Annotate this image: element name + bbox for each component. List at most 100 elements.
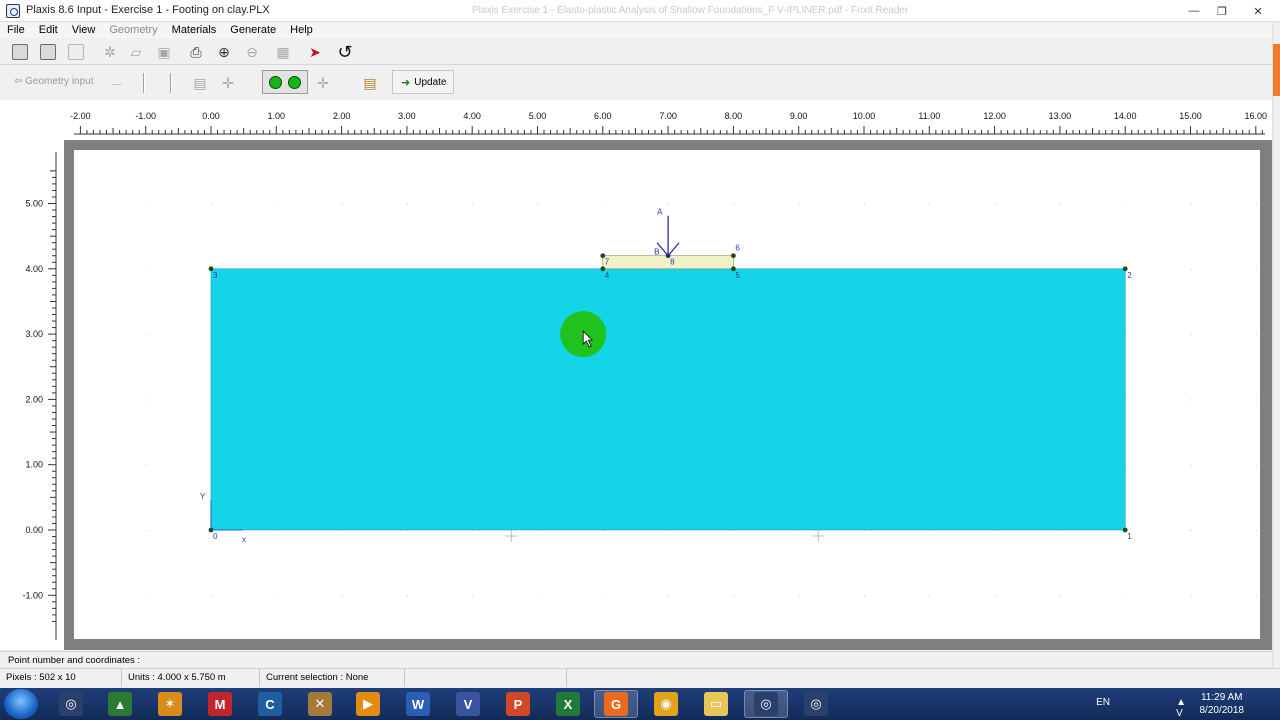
- table-icon: ▦: [276, 43, 290, 60]
- taskbar-app-cal[interactable]: C: [248, 690, 292, 718]
- ruler-x-label: 5.00: [529, 111, 547, 121]
- material-sets-button[interactable]: ▤: [360, 73, 380, 93]
- minimize-button[interactable]: —: [1180, 0, 1208, 22]
- taskbar-app-visio[interactable]: V: [446, 690, 490, 718]
- tray-icons[interactable]: ▲ V ▣ ◀ ⚑: [1176, 697, 1192, 720]
- print-button[interactable]: ⎙: [186, 42, 206, 62]
- grid-dot: [1190, 268, 1192, 270]
- green-circle-icon: [288, 76, 301, 89]
- taskbar-app-excel[interactable]: X: [546, 690, 590, 718]
- point-label: 8: [670, 258, 675, 267]
- start-button[interactable]: [4, 689, 38, 719]
- close-button[interactable]: ✕: [1236, 0, 1280, 22]
- ruler-x-label: 0.00: [202, 111, 220, 121]
- taskbar-app-media[interactable]: ▶: [346, 690, 390, 718]
- ruler-x-label: 11.00: [918, 111, 940, 121]
- clock[interactable]: 11:29 AM 8/20/2018: [1200, 691, 1245, 717]
- title-bar: Plaxis 8.6 Input - Exercise 1 - Footing …: [0, 0, 1280, 22]
- zoom-in-button[interactable]: ⊕: [214, 42, 234, 62]
- geometry-input-button[interactable]: ⇦ Geometry input: [14, 76, 94, 87]
- menu-geometry[interactable]: Geometry: [102, 22, 164, 38]
- menu-file[interactable]: File: [0, 22, 32, 38]
- ruler-x-label: 10.00: [853, 111, 876, 121]
- ruler-x-label: 12.00: [983, 111, 1006, 121]
- taskbar-app-powerpoint[interactable]: P: [496, 690, 540, 718]
- ruler-y-label: 3.00: [25, 329, 43, 339]
- water-level-button[interactable]: ⏤: [107, 73, 127, 93]
- ruler-y-label: 5.00: [25, 199, 43, 209]
- plaxis-input-icon: [12, 44, 28, 60]
- maximize-button[interactable]: ❐: [1208, 0, 1236, 22]
- generate-mesh-button[interactable]: ▤: [190, 73, 210, 93]
- grid-dot: [537, 203, 539, 205]
- undo-button[interactable]: ↺: [335, 42, 355, 62]
- taskbar-app-tools[interactable]: ✕: [298, 690, 342, 718]
- geometry-model-svg[interactable]: 0 1 2 3 4 5 6 7 8 A Bx Y: [74, 150, 1260, 639]
- vertical-ruler-svg: 5.00 4.00 3.00 2.00 1.00 0.00 -1.00: [22, 152, 57, 640]
- zoom-in-icon: ⊕: [218, 43, 230, 60]
- foxit-icon: G: [604, 692, 628, 716]
- stress-points-button[interactable]: ✛: [313, 73, 333, 93]
- taskbar-app-plaxis-a[interactable]: ◎: [49, 690, 93, 718]
- grid-dot: [929, 595, 931, 597]
- excel-icon: X: [556, 692, 580, 716]
- grid-dot: [798, 595, 800, 597]
- taskbar-app-chrome[interactable]: ◉: [644, 690, 688, 718]
- point-label: 6: [735, 244, 740, 253]
- open-file-button[interactable]: ▱: [126, 42, 146, 62]
- output-program-button[interactable]: [66, 42, 86, 62]
- language-indicator[interactable]: EN: [1096, 697, 1110, 708]
- grid-dot: [145, 334, 147, 336]
- vertical-ruler: 5.00 4.00 3.00 2.00 1.00 0.00 -1.00: [0, 140, 64, 650]
- menu-generate[interactable]: Generate: [223, 22, 283, 38]
- drawing-canvas[interactable]: 0 1 2 3 4 5 6 7 8 A Bx Y: [74, 150, 1260, 639]
- ruler-x-label: 2.00: [333, 111, 351, 121]
- taskbar-app-plaxis-c[interactable]: ◎: [794, 690, 838, 718]
- menu-view[interactable]: View: [65, 22, 103, 38]
- point-label: 7: [605, 258, 610, 267]
- soil-cluster: [210, 268, 1126, 531]
- grid-dot: [994, 595, 996, 597]
- grid-dot: [1255, 530, 1257, 531]
- status-selection: Current selection : None: [260, 669, 405, 687]
- ruler-x-label: 8.00: [725, 111, 743, 121]
- new-project-button[interactable]: [10, 42, 30, 62]
- powerpoint-icon: P: [506, 692, 530, 716]
- grid-dot: [276, 203, 278, 205]
- clock-date: 8/20/2018: [1199, 705, 1245, 716]
- taskbar-app-mathcad[interactable]: M: [198, 690, 242, 718]
- zoom-out-button[interactable]: ⊖: [242, 42, 262, 62]
- new-file-button[interactable]: ✲: [100, 42, 120, 62]
- taskbar-app-plaxis-b[interactable]: ◎: [744, 690, 788, 718]
- taskbar-app-word[interactable]: W: [396, 690, 440, 718]
- plaxis-c-icon: ◎: [804, 692, 828, 716]
- selection-tool-button[interactable]: ➤: [305, 42, 325, 62]
- menu-help[interactable]: Help: [283, 22, 320, 38]
- grid-dot: [1255, 595, 1257, 597]
- grid-dot: [1125, 203, 1127, 205]
- taskbar-app-foxit[interactable]: G: [594, 690, 638, 718]
- plaxis-app-icon[interactable]: [6, 4, 20, 18]
- save-button[interactable]: ▣: [154, 42, 174, 62]
- ruler-y-label: 4.00: [25, 264, 43, 274]
- vertical-scrollbar[interactable]: [1272, 22, 1280, 672]
- horizontal-ruler-svg: -2.00 -1.00 0.00 1.00 2.00 3.00 4.00 5.00 6.00 7.…: [70, 111, 1267, 135]
- update-button[interactable]: ➜ Update: [392, 70, 454, 94]
- load-label: A: [657, 208, 663, 217]
- taskbar-app-geo[interactable]: ▲: [98, 690, 142, 718]
- zoom-out-icon: ⊖: [246, 43, 258, 60]
- ruler-y-label: 0.00: [25, 525, 43, 535]
- grid-dot: [211, 595, 212, 597]
- grid-dot: [1125, 595, 1127, 597]
- grid-dot: [864, 595, 865, 597]
- background-window-title: Plaxis Exercise 1 - Elasto-plastic Analy…: [472, 5, 909, 16]
- table-button[interactable]: ▦: [273, 42, 293, 62]
- taskbar-app-swirl[interactable]: ✶: [148, 690, 192, 718]
- menu-materials[interactable]: Materials: [165, 22, 224, 38]
- menu-edit[interactable]: Edit: [32, 22, 65, 38]
- plaxis-a-icon: ◎: [59, 692, 83, 716]
- initial-conditions-button[interactable]: [262, 70, 308, 94]
- open-project-button[interactable]: [38, 42, 58, 62]
- taskbar-app-explorer[interactable]: ▭: [694, 690, 738, 718]
- cross-section-button[interactable]: ✛: [218, 73, 238, 93]
